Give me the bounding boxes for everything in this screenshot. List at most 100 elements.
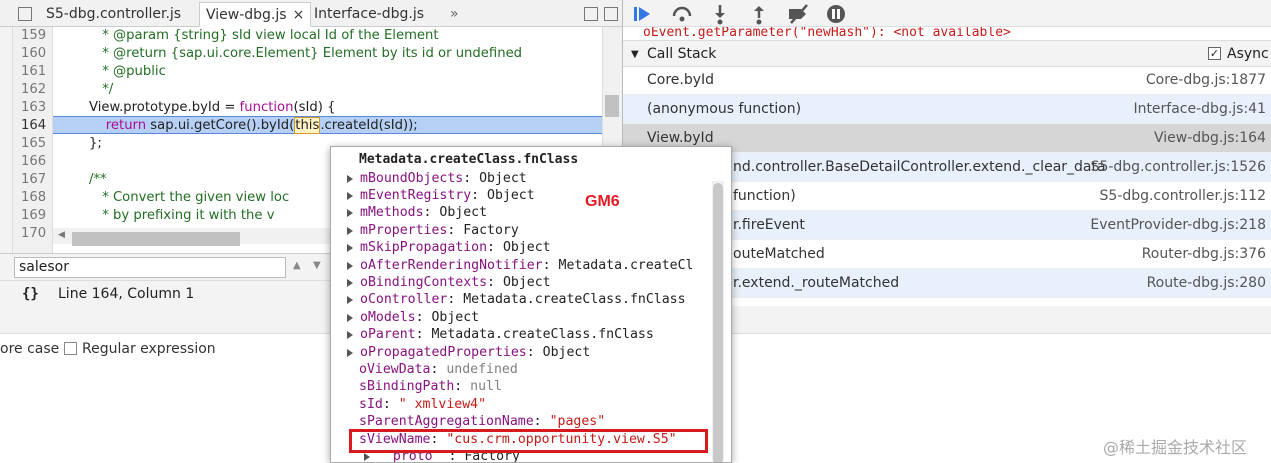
expand-arrow-icon[interactable] — [347, 278, 353, 287]
property-separator: : — [415, 327, 432, 343]
property-value: " xmlview4" — [398, 396, 487, 412]
popover-scroll-thumb[interactable] — [713, 183, 723, 462]
tab-overflow-button[interactable]: » — [444, 2, 465, 27]
editor-horizontal-scroll-thumb[interactable] — [72, 232, 240, 246]
property-separator: : — [463, 170, 480, 186]
object-inspector-popover[interactable]: Metadata.createClass.fnClass GM6 mBoundO… — [330, 146, 732, 463]
tab-interface-dbg[interactable]: Interface-dbg.js — [308, 2, 430, 27]
panel-toggle-icon[interactable] — [604, 7, 618, 21]
property-row: sParentAggregationName: "pages" — [359, 413, 605, 431]
expand-arrow-icon[interactable] — [347, 174, 353, 183]
pause-on-exceptions-icon[interactable] — [825, 3, 847, 25]
code-line: 160 * @return {sap.ui.core.Element} Elem… — [21, 46, 523, 61]
expand-arrow-icon[interactable] — [347, 209, 353, 218]
watermark: @稀土掘金技术社区 — [1103, 438, 1248, 457]
async-checkbox[interactable]: ✓ — [1208, 47, 1221, 60]
call-stack-header[interactable]: ▼ Call Stack ✓ Async — [623, 40, 1271, 67]
property-value: "pages" — [549, 414, 606, 430]
property-key: sId — [359, 396, 383, 412]
call-stack-frame[interactable]: Core.byId Core-dbg.js:1877 — [623, 66, 1271, 95]
regex-checkbox[interactable] — [64, 342, 77, 355]
expand-arrow-icon[interactable] — [347, 261, 353, 270]
watch-expression: oEvent.getParameter("newHash"): <not ava… — [643, 27, 1011, 40]
property-row[interactable]: oPropagatedProperties: Object — [347, 344, 590, 362]
expand-arrow-icon[interactable] — [347, 313, 353, 322]
property-value: Object — [439, 205, 488, 221]
cursor-position: Line 164, Column 1 — [58, 286, 195, 302]
property-row[interactable]: mEventRegistry: Object — [347, 187, 535, 205]
pretty-print-button[interactable]: {} — [22, 281, 39, 307]
step-into-icon[interactable] — [709, 3, 731, 25]
property-row[interactable]: mProperties: Factory — [347, 222, 519, 240]
property-row[interactable]: oAfterRenderingNotifier: Metadata.create… — [347, 257, 694, 275]
expand-arrow-icon[interactable] — [347, 296, 353, 305]
expand-arrow-icon[interactable] — [347, 244, 353, 253]
expand-arrow-icon[interactable] — [347, 348, 353, 357]
highlight-box — [349, 429, 708, 453]
property-value: Object — [502, 240, 551, 256]
property-value: Object — [431, 309, 480, 325]
property-row[interactable]: oBindingContexts: Object — [347, 274, 551, 292]
scroll-left-icon[interactable]: ◀ — [58, 230, 65, 240]
search-bar: salesor ▲ ▼ — [0, 253, 330, 280]
tab-s5-controller[interactable]: S5-dbg.controller.js — [40, 2, 187, 27]
search-prev-icon[interactable]: ▲ — [293, 260, 301, 271]
property-value: undefined — [446, 361, 518, 377]
property-separator: : — [487, 274, 503, 290]
regex-option[interactable]: Regular expression — [64, 341, 216, 357]
expand-arrow-icon[interactable] — [347, 191, 353, 200]
debugger-toolbar — [623, 0, 1271, 27]
tab-view-dbg[interactable]: View-dbg.js × — [199, 2, 312, 27]
step-over-icon[interactable] — [671, 3, 693, 25]
property-row: sId: " xmlview4" — [359, 396, 486, 414]
property-key: mSkipPropagation — [360, 240, 488, 256]
property-row[interactable]: oParent: Metadata.createClass.fnClass — [347, 326, 654, 344]
navigator-toggle-icon[interactable] — [18, 7, 32, 21]
property-separator: : — [542, 257, 559, 273]
expand-arrow-icon[interactable] — [364, 452, 370, 461]
property-row[interactable]: oController: Metadata.createClass.fnClas… — [347, 291, 686, 309]
property-key: oViewData — [359, 361, 431, 377]
expand-arrow-icon[interactable] — [347, 226, 353, 235]
code-line: 161 * @public — [21, 64, 166, 79]
property-key: mProperties — [360, 222, 448, 238]
deactivate-breakpoints-icon[interactable] — [787, 3, 809, 25]
this-token[interactable]: this — [294, 117, 321, 134]
expand-arrow-icon[interactable] — [347, 331, 353, 340]
property-row[interactable]: mBoundObjects: Object — [347, 170, 527, 188]
collapse-arrow-icon: ▼ — [631, 49, 639, 60]
property-row[interactable]: mSkipPropagation: Object — [347, 239, 551, 257]
property-separator: : — [415, 309, 432, 325]
property-separator: : — [526, 344, 543, 360]
call-stack-frame[interactable]: (anonymous function) Interface-dbg.js:41 — [623, 95, 1271, 124]
property-key: mBoundObjects — [360, 170, 464, 186]
property-key: oController — [360, 292, 448, 308]
async-label: Async — [1227, 46, 1269, 62]
property-key: oParent — [360, 327, 416, 343]
property-separator: : — [487, 240, 503, 256]
property-value: Object — [487, 187, 535, 203]
close-icon[interactable]: × — [293, 7, 305, 23]
property-key: sParentAggregationName — [359, 414, 534, 430]
debugger-toggle-icon[interactable] — [584, 7, 598, 21]
search-input[interactable]: salesor — [14, 257, 286, 278]
ignore-case-option[interactable]: ore case — [0, 341, 59, 357]
resume-icon[interactable] — [631, 3, 653, 25]
search-next-icon[interactable]: ▼ — [313, 260, 321, 271]
editor-vertical-scroll-thumb[interactable] — [605, 95, 619, 117]
property-key: mEventRegistry — [360, 187, 472, 203]
call-stack-title: Call Stack — [647, 46, 717, 62]
property-value: Factory — [463, 222, 519, 238]
editor-status-bar: {} Line 164, Column 1 — [0, 280, 330, 306]
property-key: oAfterRenderingNotifier — [360, 257, 543, 273]
property-row[interactable]: oModels: Object — [347, 309, 480, 327]
code-line: 163 View.prototype.byId = function(sId) { — [21, 100, 336, 115]
property-separator: : — [447, 292, 464, 308]
property-row: sBindingPath: null — [359, 378, 502, 396]
property-separator: : — [430, 361, 447, 377]
code-line: 162 */ — [21, 82, 114, 97]
property-value: null — [470, 379, 502, 395]
step-out-icon[interactable] — [748, 3, 770, 25]
property-separator: : — [423, 205, 440, 221]
property-row[interactable]: mMethods: Object — [347, 204, 488, 222]
